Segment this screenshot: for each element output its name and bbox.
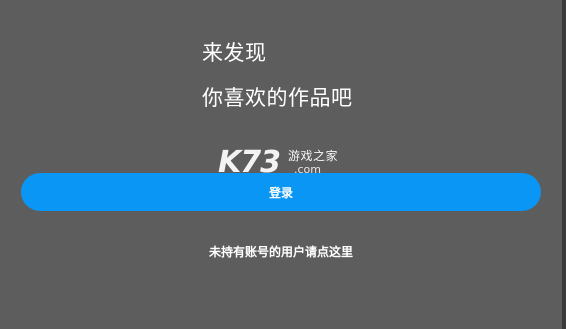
window-edge — [562, 0, 566, 329]
headline-line-2: 你喜欢的作品吧 — [202, 86, 353, 110]
watermark-site-name: 游戏之家 — [288, 149, 339, 163]
no-account-link[interactable]: 未持有账号的用户请点这里 — [0, 244, 562, 260]
login-button[interactable]: 登录 — [21, 173, 541, 211]
headline-line-1: 来发现 — [202, 41, 267, 65]
